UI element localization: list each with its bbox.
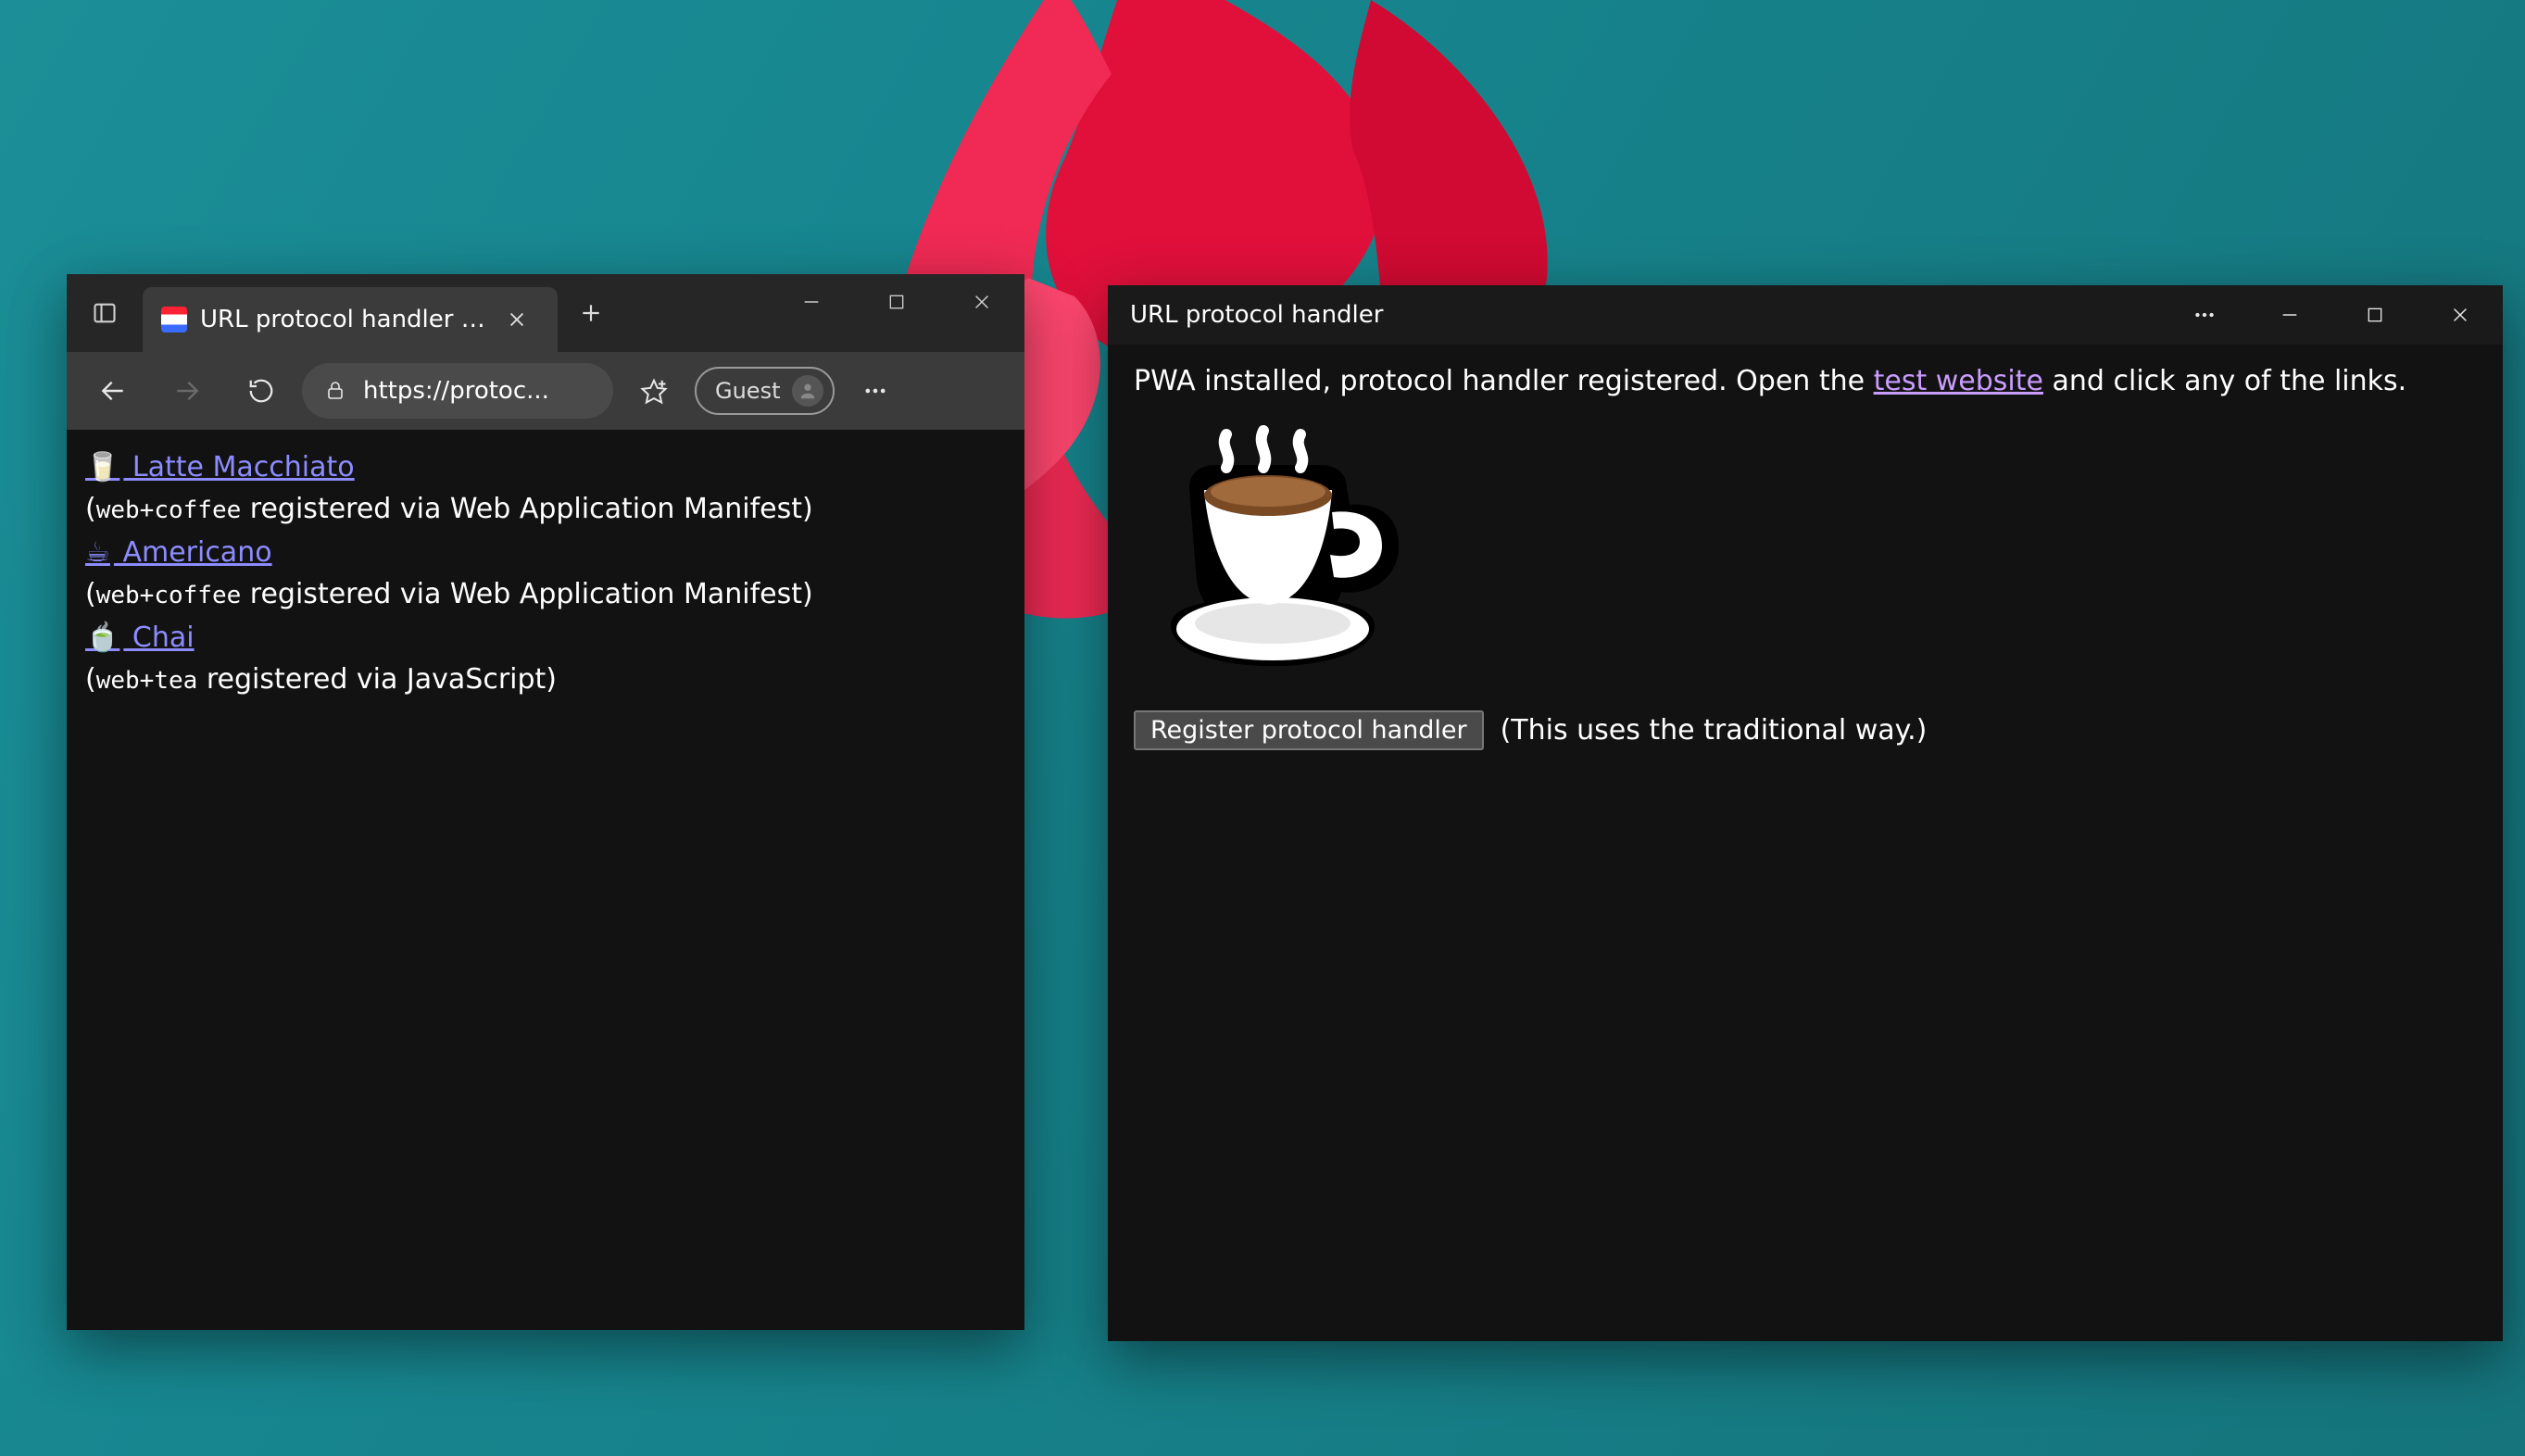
pwa-status-text: PWA installed, protocol handler register… [1134,365,2477,397]
arrow-left-icon [98,376,128,406]
coffee-image [1134,423,1412,683]
plus-icon [579,301,603,325]
link-note: (web+tea registered via JavaScript) [85,663,557,696]
address-text: https://protoc... [363,377,549,405]
link-chai[interactable]: 🍵 Chai [85,621,195,654]
minimize-icon [2280,305,2300,325]
profile-button[interactable]: Guest [695,367,835,415]
maximize-button[interactable] [854,274,939,330]
pwa-titlebar: URL protocol handler [1108,285,2503,345]
close-icon [2450,305,2470,325]
lock-icon [324,380,346,402]
pwa-body: PWA installed, protocol handler register… [1108,345,2503,1341]
window-controls [769,274,1024,352]
tab-close-button[interactable] [498,301,535,338]
back-button[interactable] [80,358,146,424]
test-website-link[interactable]: test website [1874,365,2043,397]
register-note: (This uses the traditional way.) [1501,714,1928,747]
profile-label: Guest [715,378,781,404]
maximize-icon [887,293,906,311]
minimize-icon [801,292,822,312]
link-note: (web+coffee registered via Web Applicati… [85,493,813,525]
coffee-icon: ☕ [85,536,110,569]
link-entry: ☕ Americano (web+coffee registered via W… [85,532,1006,615]
link-americano[interactable]: ☕ Americano [85,536,272,569]
browser-window: URL protocol handler links [67,274,1024,1330]
tab-actions-button[interactable] [67,274,143,352]
page-content: 🥛 Latte Macchiato (web+coffee registered… [67,430,1024,1330]
link-text: Latte Macchiato [123,451,354,483]
avatar-icon [792,375,823,407]
forward-button[interactable] [154,358,220,424]
address-bar[interactable]: https://protoc... [302,363,613,419]
close-icon [972,292,992,312]
tab-title: URL protocol handler links [200,306,485,333]
browser-titlebar: URL protocol handler links [67,274,1024,352]
link-note: (web+coffee registered via Web Applicati… [85,578,813,610]
tea-icon: 🍵 [85,621,119,654]
coffee-cup-icon [1134,423,1412,683]
dots-horizontal-icon [862,378,888,404]
person-icon [798,381,818,401]
refresh-button[interactable] [228,358,295,424]
proto-code: web+coffee [96,582,242,609]
link-entry: 🥛 Latte Macchiato (web+coffee registered… [85,446,1006,530]
pwa-title: URL protocol handler [1130,301,1383,329]
browser-toolbar: https://protoc... Guest [67,352,1024,430]
overflow-menu-button[interactable] [842,358,909,424]
dots-horizontal-icon [2192,303,2217,327]
minimize-button[interactable] [2247,285,2332,345]
tab-favicon [161,307,187,333]
link-entry: 🍵 Chai (web+tea registered via JavaScrip… [85,617,1006,700]
refresh-icon [247,377,275,405]
milk-icon: 🥛 [85,451,119,483]
pwa-window-controls [2162,285,2503,345]
register-protocol-button[interactable]: Register protocol handler [1134,710,1484,750]
favorites-button[interactable] [621,358,687,424]
link-text: Chai [123,621,194,654]
close-icon [507,309,527,330]
pwa-window: URL protocol handler PWA installed, prot… [1108,285,2503,1341]
new-tab-button[interactable] [558,274,624,352]
maximize-button[interactable] [2332,285,2418,345]
proto-code: web+coffee [96,496,242,524]
close-window-button[interactable] [939,274,1024,330]
pwa-menu-button[interactable] [2162,285,2247,345]
link-text: Americano [114,536,272,569]
register-row: Register protocol handler (This uses the… [1134,710,2477,750]
link-latte[interactable]: 🥛 Latte Macchiato [85,451,355,483]
tab-panel-icon [92,300,118,326]
star-plus-icon [640,377,668,405]
minimize-button[interactable] [769,274,854,330]
close-window-button[interactable] [2418,285,2503,345]
proto-code: web+tea [96,667,198,695]
arrow-right-icon [172,376,202,406]
browser-tab[interactable]: URL protocol handler links [143,287,558,352]
maximize-icon [2366,306,2384,324]
